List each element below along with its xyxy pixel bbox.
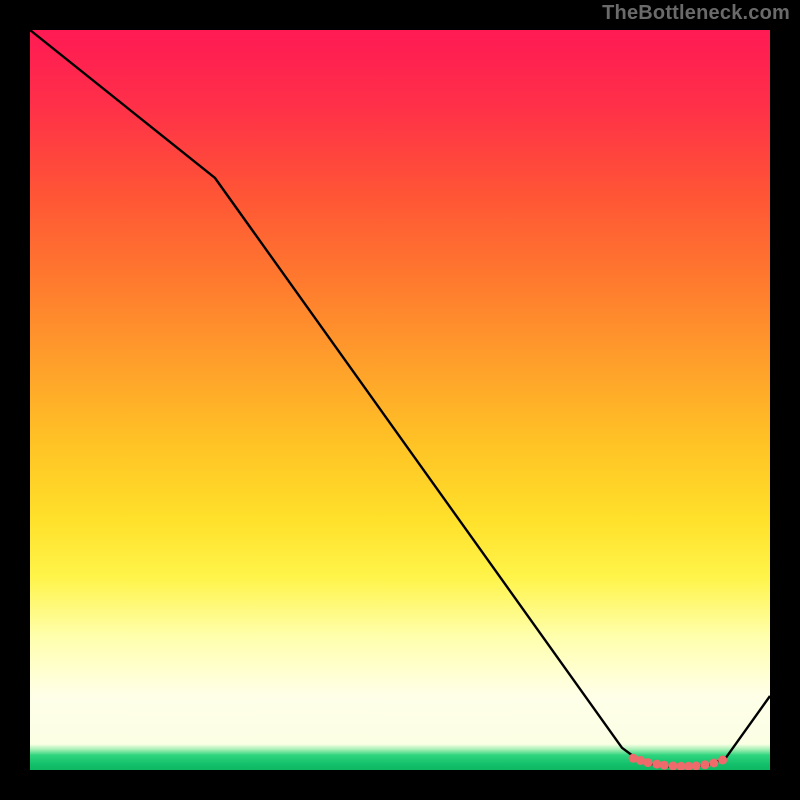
- optimal-marker: [660, 761, 669, 770]
- optimal-zone-markers: [629, 754, 728, 770]
- chart-frame: TheBottleneck.com: [0, 0, 800, 800]
- watermark-label: TheBottleneck.com: [602, 2, 790, 25]
- optimal-marker: [669, 761, 678, 770]
- plot-area: [30, 30, 770, 770]
- optimal-marker: [700, 760, 709, 769]
- chart-overlay: [30, 30, 770, 770]
- optimal-marker: [643, 758, 652, 767]
- optimal-marker: [718, 756, 727, 765]
- optimal-marker: [709, 759, 718, 768]
- optimal-marker: [692, 761, 701, 770]
- bottleneck-curve: [30, 30, 770, 767]
